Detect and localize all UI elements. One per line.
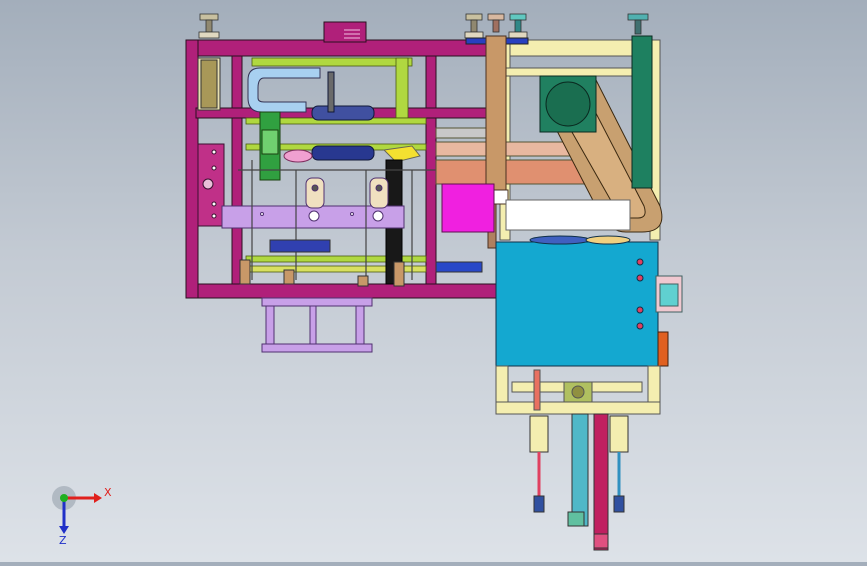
x-axis-arrowhead — [94, 493, 102, 503]
hook-guide — [247, 67, 321, 113]
left-drum — [197, 57, 221, 111]
lower-cylinders — [529, 413, 629, 551]
leveling-foot-left — [198, 13, 220, 39]
pink-block — [441, 183, 495, 233]
green-motor — [539, 75, 597, 133]
cyan-cover — [495, 235, 659, 367]
left-side-plate — [197, 143, 225, 227]
leveling-feet — [198, 13, 649, 39]
z-axis-label: Z — [59, 534, 67, 546]
coordinate-triad: X Z — [40, 482, 120, 547]
leveling-foot-right — [627, 13, 649, 35]
leveling-foot-mid-2 — [487, 13, 505, 33]
y-axis-dot — [60, 494, 68, 502]
lilac-plate — [221, 177, 405, 229]
white-plate — [505, 199, 631, 231]
lower-lilac-bracket — [261, 297, 373, 353]
leveling-foot-mid-1 — [464, 13, 484, 39]
z-axis-arrowhead — [59, 526, 69, 534]
cad-viewport[interactable] — [0, 0, 867, 562]
small-parts — [239, 239, 483, 287]
x-axis-label: X — [104, 486, 112, 499]
orange-side-bar — [657, 331, 669, 367]
machine-assembly-drawing — [185, 13, 683, 551]
cream-frame-lower — [495, 365, 661, 415]
right-green-column — [631, 35, 653, 189]
rollers — [311, 71, 375, 161]
side-button-block — [655, 275, 683, 313]
pink-pad — [283, 149, 313, 163]
leveling-foot-mid-3 — [508, 13, 528, 39]
